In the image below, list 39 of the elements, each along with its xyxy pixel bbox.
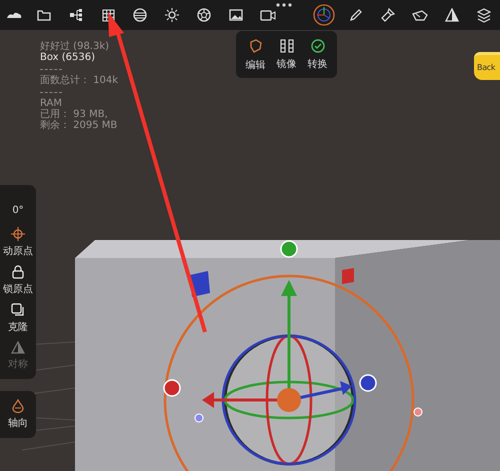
drop-icon bbox=[12, 399, 24, 413]
vertex-edit-icon bbox=[248, 38, 264, 54]
tool-button[interactable]: 锁原点 bbox=[3, 265, 33, 296]
aperture-icon bbox=[197, 8, 211, 22]
transform-gizmo-icon bbox=[313, 4, 335, 26]
triangle-icon bbox=[445, 8, 459, 22]
sun-icon bbox=[165, 8, 179, 22]
columns-icon bbox=[280, 38, 294, 52]
video-camera-icon bbox=[260, 10, 276, 20]
grid-icon bbox=[102, 8, 114, 22]
cloud-icon bbox=[6, 10, 22, 20]
paint-tool-icon bbox=[412, 9, 428, 21]
folder-icon bbox=[37, 9, 51, 21]
stats-text: 好好过 (98.3k) bbox=[40, 41, 110, 52]
sphere-icon bbox=[133, 8, 147, 22]
view-cube[interactable]: Back bbox=[474, 52, 500, 80]
check-circle-icon bbox=[310, 38, 324, 52]
popup-button[interactable]: 转换 bbox=[302, 31, 333, 78]
tool-button[interactable]: 动原点 bbox=[3, 227, 33, 258]
hierarchy-icon bbox=[69, 8, 83, 22]
layers-icon bbox=[477, 8, 491, 22]
tool-button[interactable]: 克隆 bbox=[8, 303, 28, 334]
stats-text: 已用： 93 MB, bbox=[40, 109, 109, 120]
crosshair-icon bbox=[11, 227, 25, 241]
image-icon bbox=[229, 9, 243, 21]
triangle-icon bbox=[11, 341, 25, 354]
clone-icon bbox=[11, 303, 25, 317]
stats-text: RAM bbox=[40, 98, 64, 109]
angle-text: 0° bbox=[12, 204, 24, 218]
stats-text: 剩余： 2095 MB bbox=[40, 120, 118, 131]
stats-text: Box (6536) bbox=[40, 52, 96, 63]
pencil-icon bbox=[349, 8, 363, 22]
popup-button[interactable]: 镜像 bbox=[271, 31, 302, 78]
lock-icon bbox=[12, 265, 24, 279]
stats-text: 面数总计： 104k bbox=[40, 75, 118, 86]
tool-button[interactable]: 轴向 bbox=[8, 399, 28, 430]
popup-button[interactable]: 编辑 bbox=[240, 31, 271, 78]
brush-icon bbox=[381, 8, 395, 22]
more-icon[interactable] bbox=[276, 3, 292, 7]
